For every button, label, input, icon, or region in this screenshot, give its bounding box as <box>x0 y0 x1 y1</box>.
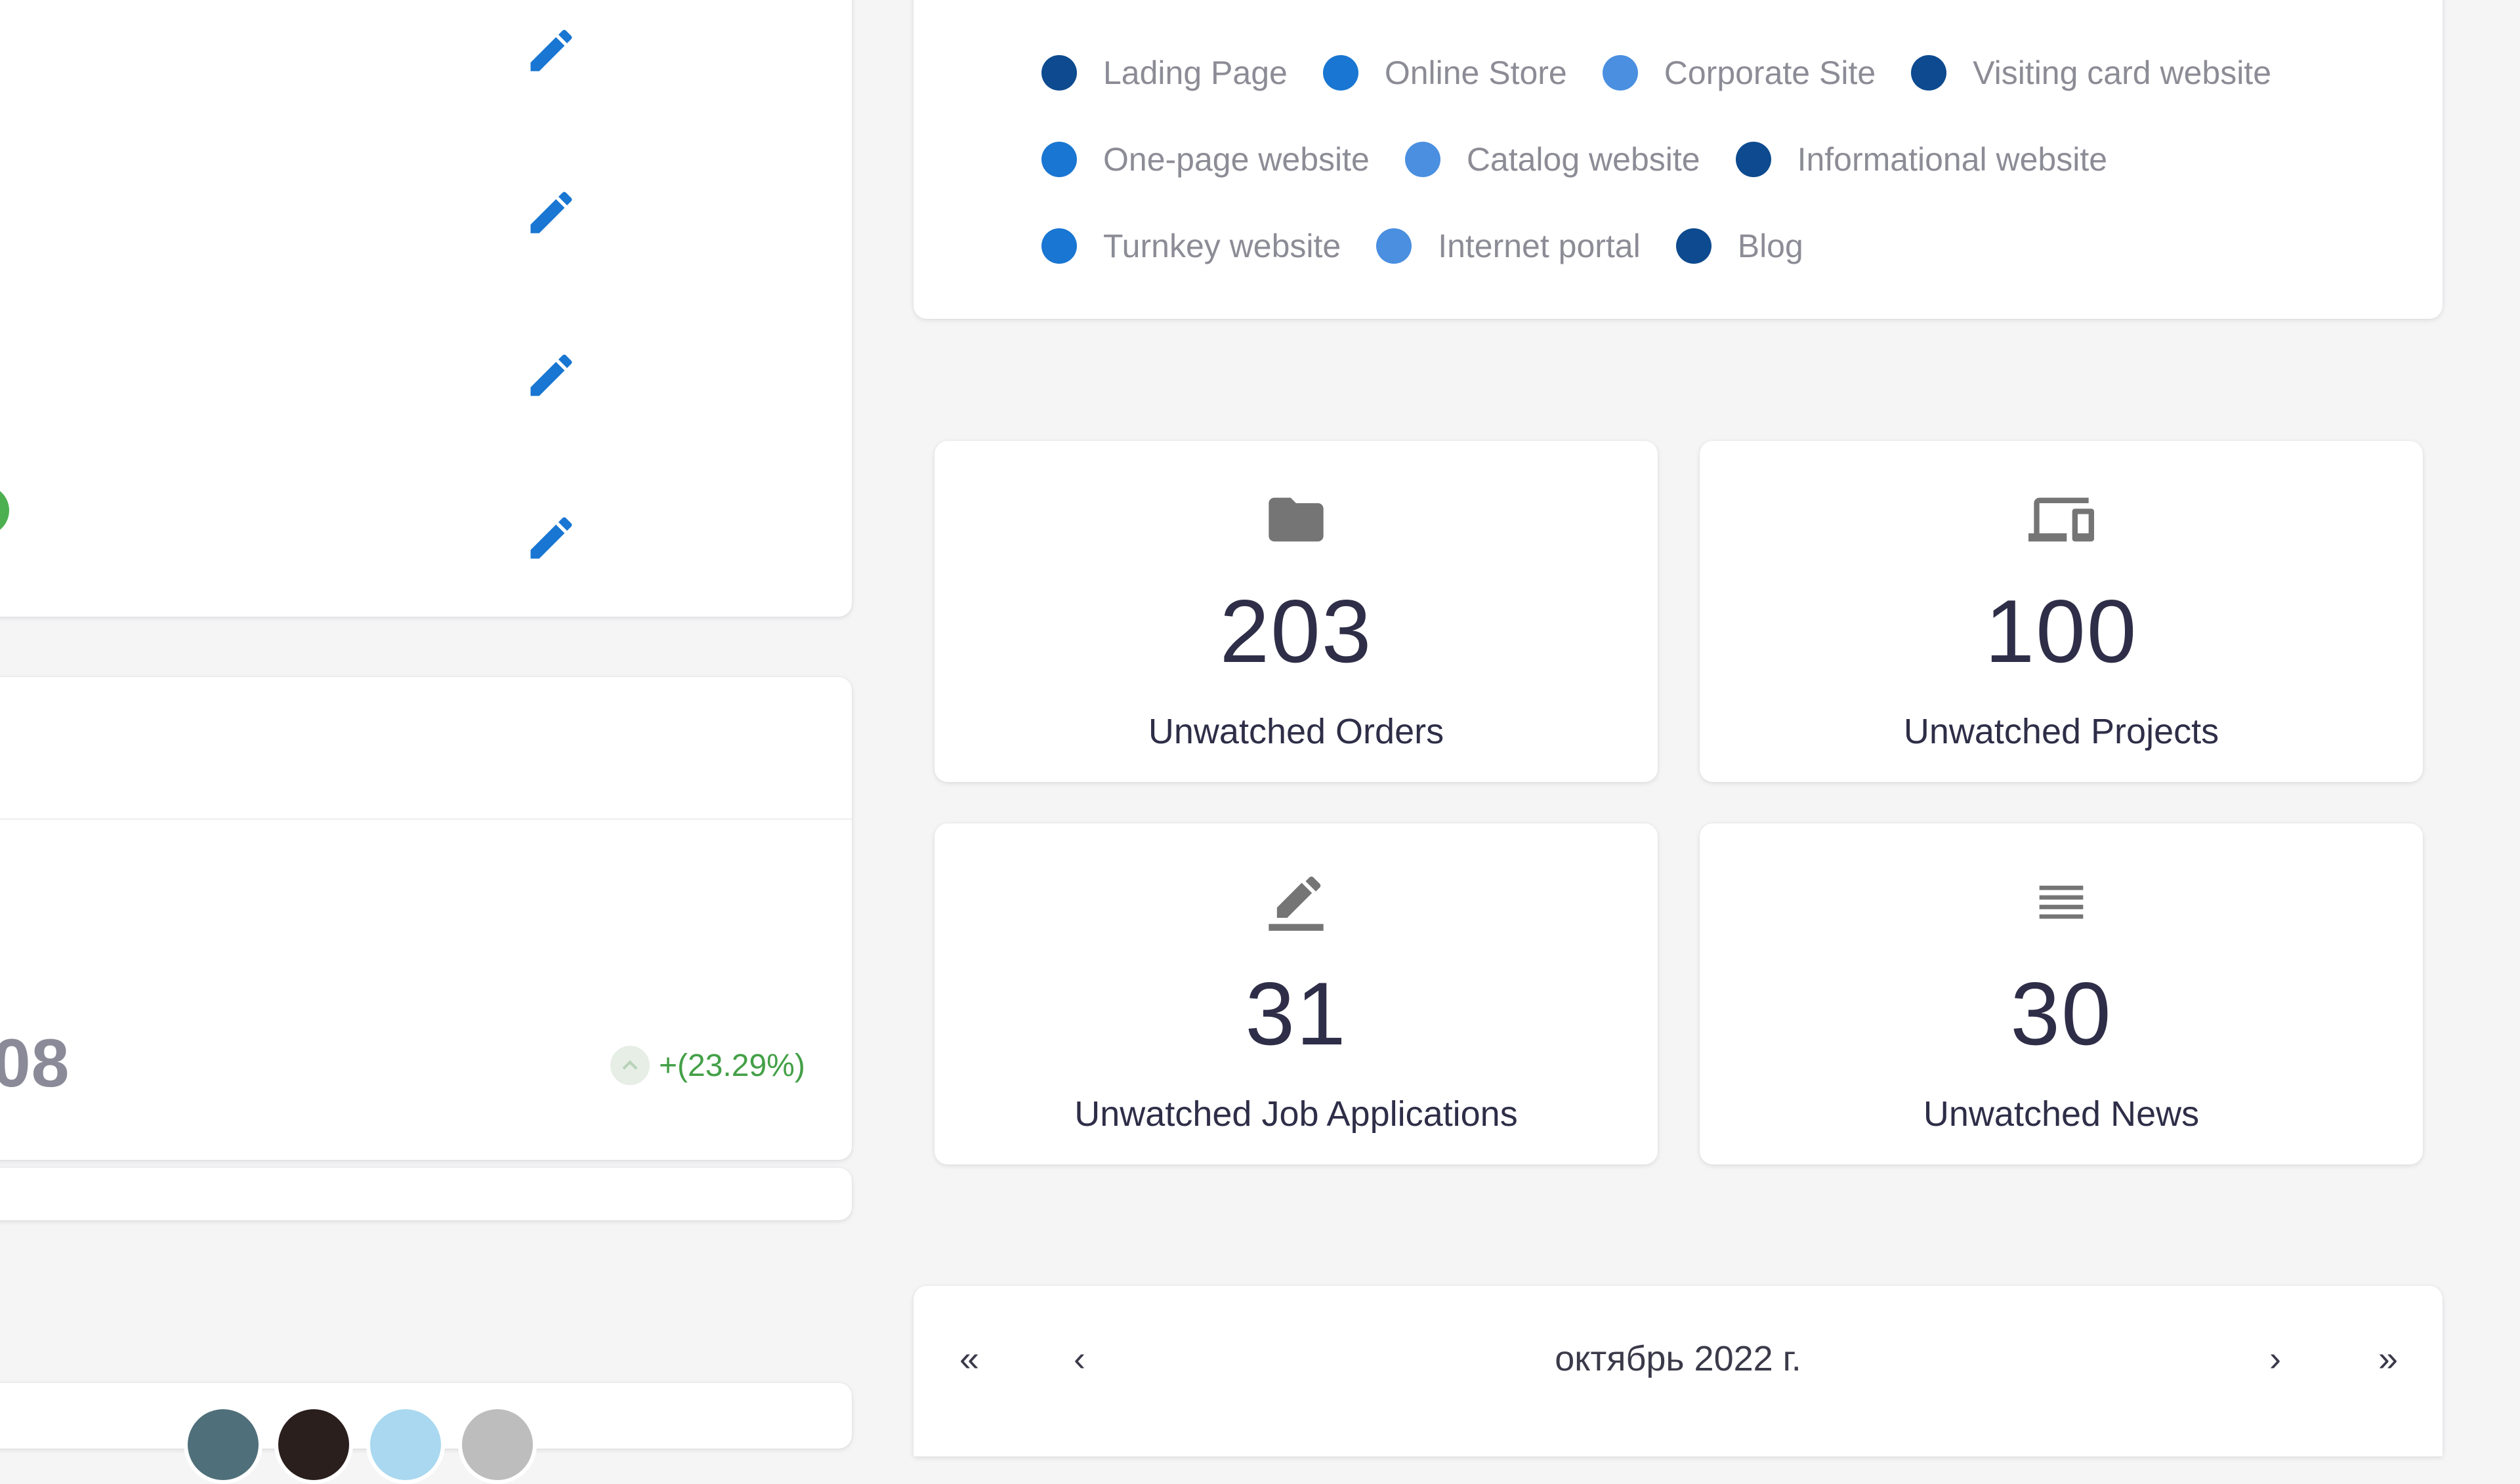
legend-label: Corporate Site <box>1664 54 1876 91</box>
legend-item[interactable]: Online Store <box>1322 54 1567 92</box>
unwatched-news-card[interactable]: 30 Unwatched News <box>1700 823 2423 1165</box>
folder-icon <box>934 487 1658 552</box>
legend-label: One-page website <box>1103 141 1370 178</box>
edit-row-2-button[interactable] <box>524 185 579 240</box>
divider <box>0 818 852 820</box>
metric-card: 308 +(23.29%) <box>0 677 852 1160</box>
unwatched-job-applications-count: 31 <box>1245 964 1347 1063</box>
calendar-month-title[interactable]: октябрь 2022 г. <box>914 1338 2443 1379</box>
unwatched-projects-card[interactable]: 100 Unwatched Projects <box>1700 441 2423 782</box>
devices-icon <box>1700 487 2423 552</box>
legend-item[interactable]: Visiting card website <box>1911 54 2271 92</box>
edit-row-4-button[interactable] <box>524 510 579 566</box>
legend-dot-icon <box>1322 55 1358 91</box>
unwatched-job-applications-label: Unwatched Job Applications <box>1074 1094 1518 1134</box>
edit-row-3-button[interactable] <box>524 348 579 403</box>
legend-label: Turnkey website <box>1103 228 1341 264</box>
legend-dot-icon <box>1602 55 1638 91</box>
next-month-button[interactable]: › <box>2269 1338 2281 1379</box>
calendar-card: « ‹ октябрь 2022 г. › » <box>914 1286 2443 1456</box>
avatar[interactable] <box>458 1405 537 1484</box>
legend-label: Lading Page <box>1103 54 1288 91</box>
legend-label: Blog <box>1737 228 1803 264</box>
pencil-icon <box>530 517 572 559</box>
unwatched-projects-count: 100 <box>1984 581 2138 681</box>
legend-item[interactable]: Corporate Site <box>1602 54 1876 92</box>
unwatched-orders-label: Unwatched Orders <box>1148 712 1444 751</box>
chevron-up-icon <box>610 1046 650 1085</box>
legend-item[interactable]: Informational website <box>1735 140 2108 178</box>
legend-item[interactable]: One-page website <box>1041 140 1370 178</box>
legend-label: Visiting card website <box>1973 54 2271 91</box>
unwatched-job-applications-card[interactable]: 31 Unwatched Job Applications <box>934 823 1658 1165</box>
legend-item[interactable]: Catalog website <box>1404 140 1700 178</box>
unwatched-news-count: 30 <box>2010 964 2112 1063</box>
unwatched-orders-card[interactable]: 203 Unwatched Orders <box>934 441 1658 782</box>
pencil-icon <box>530 192 572 234</box>
legend-dot-icon <box>1376 228 1412 264</box>
legend-label: Catalog website <box>1466 141 1700 178</box>
edit-underline-icon <box>934 869 1658 935</box>
next-year-button[interactable]: » <box>2378 1338 2398 1379</box>
legend-dot-icon <box>1041 142 1077 177</box>
metric-value: 308 <box>0 1025 70 1102</box>
pencil-icon <box>530 354 572 396</box>
unwatched-projects-label: Unwatched Projects <box>1903 712 2219 751</box>
legend-label: Informational website <box>1797 141 2108 178</box>
projects-table-card: s <box>0 0 852 617</box>
team-card <box>0 1383 852 1484</box>
pencil-icon <box>530 30 572 72</box>
status-badge: s <box>0 485 9 535</box>
legend-label: Online Store <box>1384 54 1567 91</box>
chart-legend-card: Lading Page Online Store Corporate Site Vis… <box>914 0 2443 319</box>
legend-row: Lading Page Online Store Corporate Site Vis… <box>1041 54 2307 92</box>
legend-dot-icon <box>1041 228 1077 264</box>
metric-change-text: +(23.29%) <box>659 1048 805 1083</box>
legend-dot-icon <box>1404 142 1440 177</box>
legend-item[interactable]: Blog <box>1675 227 1803 265</box>
legend-dot-icon <box>1041 55 1077 91</box>
legend-label: Internet portal <box>1438 228 1641 264</box>
avatar[interactable] <box>184 1405 262 1484</box>
edit-row-1-button[interactable] <box>524 23 579 78</box>
legend-row: One-page website Catalog website Informati… <box>1041 140 2143 178</box>
avatar[interactable] <box>274 1405 353 1484</box>
card-footer-strip <box>0 1168 852 1220</box>
legend-row: Turnkey website Internet portal Blog <box>1041 227 1839 265</box>
metric-change: +(23.29%) <box>610 1044 805 1086</box>
legend-dot-icon <box>1675 228 1712 264</box>
legend-dot-icon <box>1911 55 1947 91</box>
unwatched-news-label: Unwatched News <box>1923 1094 2200 1134</box>
avatar[interactable] <box>366 1405 445 1484</box>
legend-item[interactable]: Turnkey website <box>1041 227 1341 265</box>
unwatched-orders-count: 203 <box>1219 581 1373 681</box>
lines-icon <box>1700 869 2423 935</box>
legend-item[interactable]: Lading Page <box>1041 54 1288 92</box>
legend-item[interactable]: Internet portal <box>1376 227 1641 265</box>
legend-dot-icon <box>1735 142 1771 177</box>
